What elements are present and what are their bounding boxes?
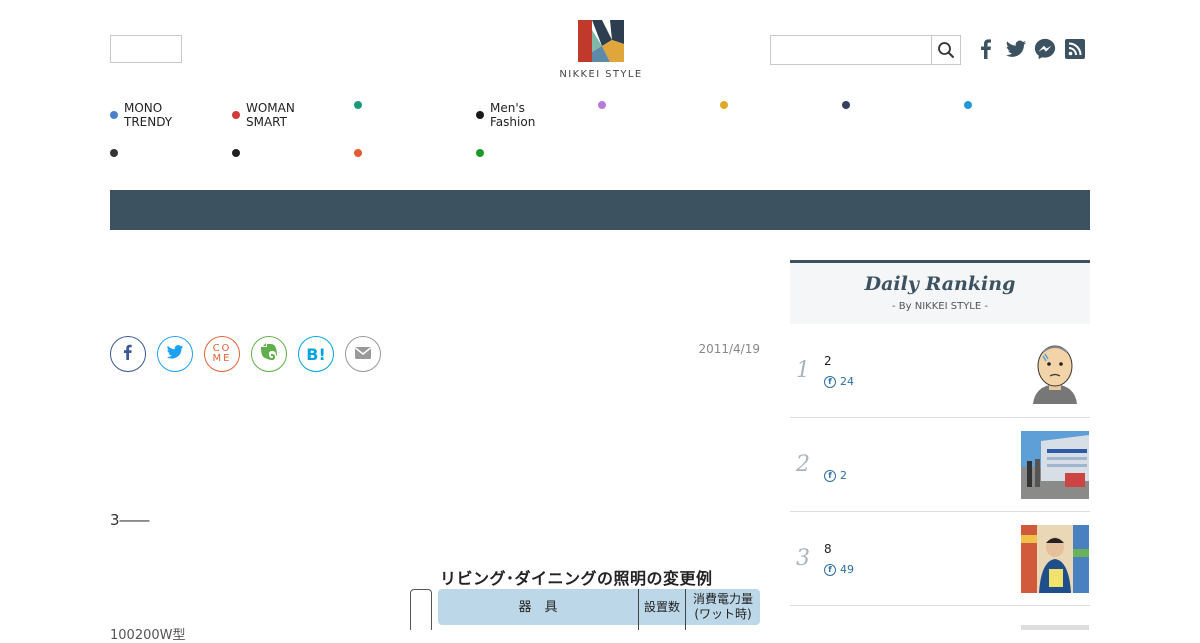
- twitter-icon[interactable]: [1005, 38, 1027, 60]
- nav-label-line: Fashion: [490, 115, 536, 129]
- nav-dot-icon: [476, 111, 484, 119]
- figure-side-bar: [410, 589, 432, 630]
- facebook-icon: f: [824, 469, 836, 482]
- nav-label-line: TRENDY: [124, 115, 173, 129]
- ranking-thumbnail: [1021, 525, 1089, 593]
- figure-title: リビング･ダイニングの照明の変更例: [440, 569, 713, 588]
- nav-item[interactable]: WOMAN SMART: [232, 101, 295, 129]
- messenger-icon[interactable]: [1034, 38, 1056, 60]
- facebook-count-value: 24: [840, 375, 854, 388]
- col-fixture: 器 具: [518, 599, 558, 615]
- comemo-share-button[interactable]: CO ME: [204, 336, 240, 372]
- ranking-thumbnail: [1021, 431, 1089, 499]
- header-select-box[interactable]: [110, 35, 182, 63]
- section-banner: [110, 190, 1090, 230]
- ranking-number: 1: [796, 358, 810, 383]
- nav-item[interactable]: [232, 149, 246, 157]
- rss-icon[interactable]: [1064, 38, 1086, 60]
- nav-label-line: MONO: [124, 101, 163, 115]
- ranking-item[interactable]: [790, 606, 1090, 630]
- nav-item[interactable]: [842, 101, 856, 109]
- facebook-share-icon: [120, 344, 136, 364]
- nav-item[interactable]: [476, 149, 490, 157]
- col-power-line1: 消費電力量: [692, 592, 753, 606]
- col-count: 設置数: [643, 599, 680, 614]
- ranking-thumbnail: [1021, 620, 1089, 630]
- comemo-share-icon: CO ME: [212, 343, 232, 364]
- nav-dot-icon: [720, 101, 728, 109]
- nav-dot-icon: [842, 101, 850, 109]
- col-power: 消費電力量 (ワット時): [686, 589, 760, 625]
- ranking-item[interactable]: 1 2 f 24: [790, 324, 1090, 418]
- nav-item[interactable]: [354, 101, 368, 109]
- facebook-count-value: 2: [840, 469, 847, 482]
- search-input[interactable]: [770, 35, 932, 65]
- article-text-cut: 100200W型: [110, 628, 186, 643]
- facebook-count: f 2: [824, 469, 847, 482]
- facebook-count: f 24: [824, 375, 854, 388]
- nav-item-label: MONO TRENDY: [124, 101, 172, 129]
- nav-dot-icon: [476, 149, 484, 157]
- nikkei-style-logo[interactable]: [578, 20, 624, 62]
- nav-item[interactable]: MONO TRENDY: [110, 101, 172, 129]
- nav-item-label: Men's Fashion: [490, 101, 535, 129]
- nav-dot-icon: [964, 101, 972, 109]
- ranking-item-text: 8: [824, 542, 832, 556]
- nav-item-label: WOMAN SMART: [246, 101, 295, 129]
- hatena-share-button[interactable]: B!: [298, 336, 334, 372]
- hatena-share-icon: B!: [306, 344, 326, 364]
- twitter-share-icon: [166, 343, 184, 365]
- nav-item[interactable]: [110, 149, 124, 157]
- article-figure: リビング･ダイニングの照明の変更例 器 具 設置数 消費電力量 (ワット時): [410, 562, 760, 630]
- evernote-share-icon: [260, 342, 278, 366]
- ranking-item[interactable]: 2 f 2: [790, 418, 1090, 512]
- nav-label-line: SMART: [246, 115, 287, 129]
- figure-divider: [638, 589, 639, 630]
- ranking-header: Daily Ranking - By NIKKEI STYLE -: [790, 260, 1090, 324]
- col-power-line2: (ワット時): [694, 607, 752, 621]
- facebook-count-value: 49: [840, 563, 854, 576]
- ranking-item-text: 2: [824, 354, 832, 368]
- twitter-share-button[interactable]: [157, 336, 193, 372]
- nav-item[interactable]: [964, 101, 978, 109]
- ranking-title: Daily Ranking: [864, 273, 1016, 295]
- article-date: 2011/4/19: [698, 342, 760, 356]
- facebook-icon[interactable]: [975, 38, 997, 60]
- evernote-share-button[interactable]: [251, 336, 287, 372]
- nav-dot-icon: [110, 111, 118, 119]
- ranking-number: 2: [796, 452, 810, 477]
- nav-dot-icon: [232, 111, 240, 119]
- logo-text: NIKKEI STYLE: [559, 69, 643, 80]
- nav-dot-icon: [110, 149, 118, 157]
- mail-share-button[interactable]: [345, 336, 381, 372]
- facebook-share-button[interactable]: [110, 336, 146, 372]
- ranking-subtitle: - By NIKKEI STYLE -: [892, 301, 988, 312]
- nav-item[interactable]: [720, 101, 734, 109]
- search-button[interactable]: [931, 35, 961, 65]
- nav-label-line: WOMAN: [246, 101, 295, 115]
- facebook-icon: f: [824, 375, 836, 388]
- nav-item[interactable]: [598, 101, 612, 109]
- ranking-number: 3: [796, 546, 810, 571]
- figure-divider: [685, 589, 686, 630]
- facebook-count: f 49: [824, 563, 854, 576]
- figure-table-header: 器 具 設置数 消費電力量 (ワット時): [438, 589, 760, 625]
- ranking-item[interactable]: 3 8 f 49: [790, 512, 1090, 606]
- ranking-thumbnail: [1021, 336, 1089, 404]
- nav-dot-icon: [354, 101, 362, 109]
- nav-dot-icon: [232, 149, 240, 157]
- nav-dot-icon: [354, 149, 362, 157]
- nav-label-line: Men's: [490, 101, 525, 115]
- nav-dot-icon: [598, 101, 606, 109]
- nav-item[interactable]: Men's Fashion: [476, 101, 535, 129]
- facebook-icon: f: [824, 563, 836, 576]
- article-text: 3――: [110, 511, 150, 529]
- nav-item[interactable]: [354, 149, 368, 157]
- mail-share-icon: [354, 345, 372, 364]
- search-icon: [938, 42, 955, 59]
